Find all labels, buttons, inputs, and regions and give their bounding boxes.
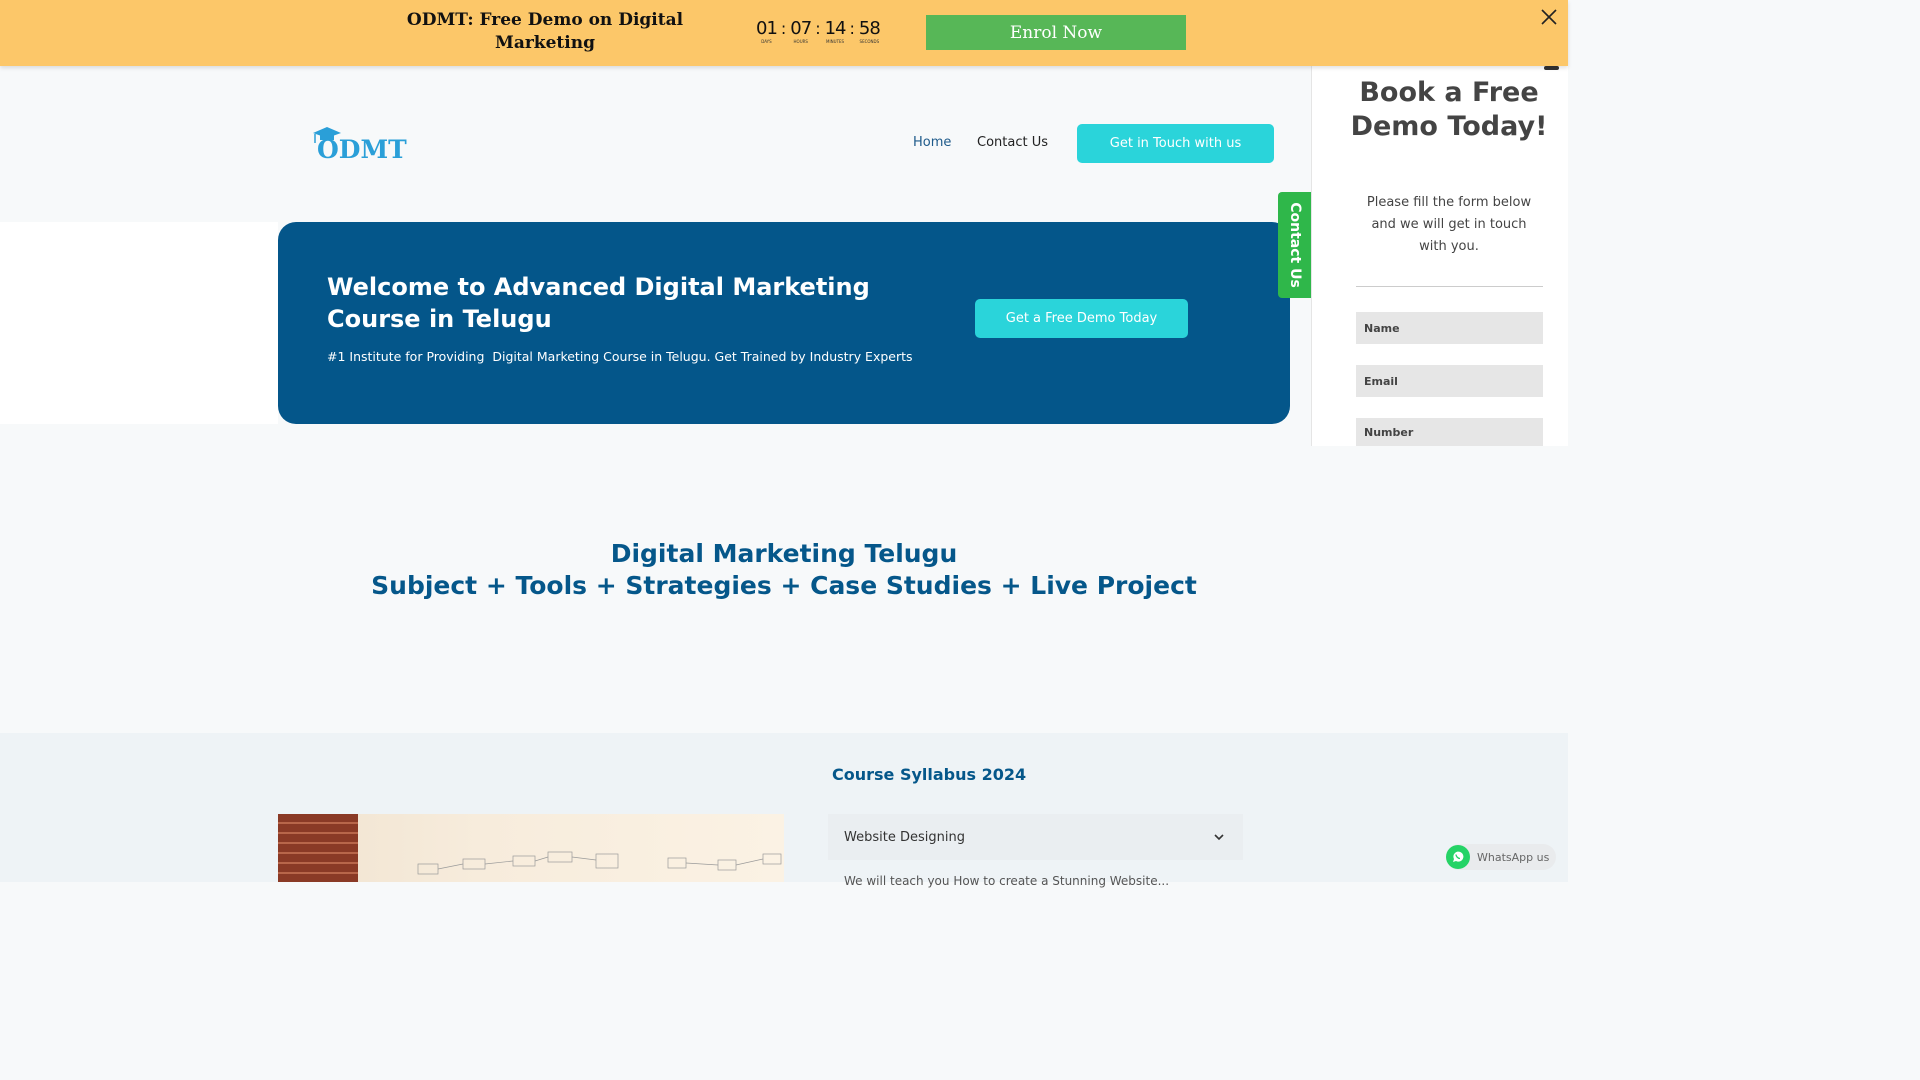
free-demo-button[interactable]: Get a Free Demo Today [975, 299, 1188, 338]
form-divider [1356, 286, 1543, 287]
countdown-days-label: DAYS [761, 39, 772, 44]
classroom-photo [278, 814, 784, 882]
contact-us-tab-label: Contact Us [1286, 202, 1303, 288]
hero-left-background [0, 222, 278, 424]
countdown-timer: 01 DAYS : 07 HOURS : 14 MINUTES : 58 SEC… [756, 18, 881, 49]
countdown-hours: 07 HOURS [790, 18, 812, 45]
section-heading-line1: Digital Marketing Telugu [610, 539, 958, 568]
countdown-hours-value: 07 [790, 18, 812, 39]
countdown-seconds-value: 58 [858, 18, 881, 39]
whatsapp-label: WhatsApp us [1477, 850, 1550, 864]
syllabus-title: Course Syllabus 2024 [832, 765, 1027, 784]
countdown-minutes-value: 14 [824, 18, 847, 39]
countdown-minutes-label: MINUTES [826, 39, 845, 44]
logo-text: ODMT [317, 135, 407, 164]
accordion-preview-text: We will teach you How to create a Stunni… [844, 874, 1170, 888]
hero-subtitle: #1 Institute for Providing Digital Marke… [327, 349, 913, 364]
hero-title: Welcome to Advanced Digital Marketing Co… [327, 273, 870, 333]
whiteboard-sketch [417, 851, 782, 875]
promo-bar: ODMT: Free Demo on Digital Marketing 01 … [0, 0, 1568, 66]
countdown-days-value: 01 [756, 18, 778, 39]
section-heading-line2: Subject + Tools + Strategies + Case Stud… [371, 571, 1197, 600]
countdown-days: 01 DAYS [756, 18, 778, 45]
countdown-minutes: 14 MINUTES [824, 18, 847, 45]
chevron-down-icon [1214, 834, 1224, 841]
countdown-seconds: 58 SECONDS [858, 18, 881, 45]
contact-us-tab[interactable]: Contact Us [1278, 192, 1311, 298]
get-in-touch-button[interactable]: Get in Touch with us [1077, 124, 1274, 163]
form-title: Book a Free Demo Today! [1350, 77, 1548, 142]
hero-banner: Welcome to Advanced Digital Marketing Co… [278, 222, 1290, 424]
name-field[interactable]: Name [1356, 312, 1543, 344]
email-field[interactable]: Email [1356, 365, 1543, 397]
odmt-logo[interactable]: ODMT [311, 126, 411, 164]
countdown-seconds-label: SECONDS [859, 39, 880, 44]
demo-form-panel: Book a Free Demo Today! Please fill the … [1311, 66, 1568, 446]
section-heading: Digital Marketing Telugu Subject + Tools… [0, 538, 1568, 602]
countdown-hours-label: HOURS [793, 39, 808, 44]
countdown-separator: : [815, 19, 821, 38]
number-field[interactable]: Number [1356, 418, 1543, 446]
close-icon[interactable] [1539, 7, 1559, 27]
panel-handle[interactable] [1544, 66, 1559, 70]
nav-home-link[interactable]: Home [913, 135, 951, 150]
form-description: Please fill the form below and we will g… [1366, 195, 1532, 254]
whatsapp-button[interactable]: WhatsApp us [1446, 844, 1556, 870]
countdown-separator: : [849, 19, 855, 38]
countdown-separator: : [780, 19, 787, 38]
nav-contact-link[interactable]: Contact Us [977, 135, 1048, 150]
accordion-label: Website Designing [844, 829, 965, 845]
syllabus-section [0, 733, 1568, 882]
accordion-website-designing[interactable]: Website Designing [828, 814, 1243, 860]
promo-title: ODMT: Free Demo on Digital Marketing [406, 10, 684, 53]
enrol-now-button[interactable]: Enrol Now [926, 15, 1186, 50]
whatsapp-icon [1446, 845, 1470, 869]
